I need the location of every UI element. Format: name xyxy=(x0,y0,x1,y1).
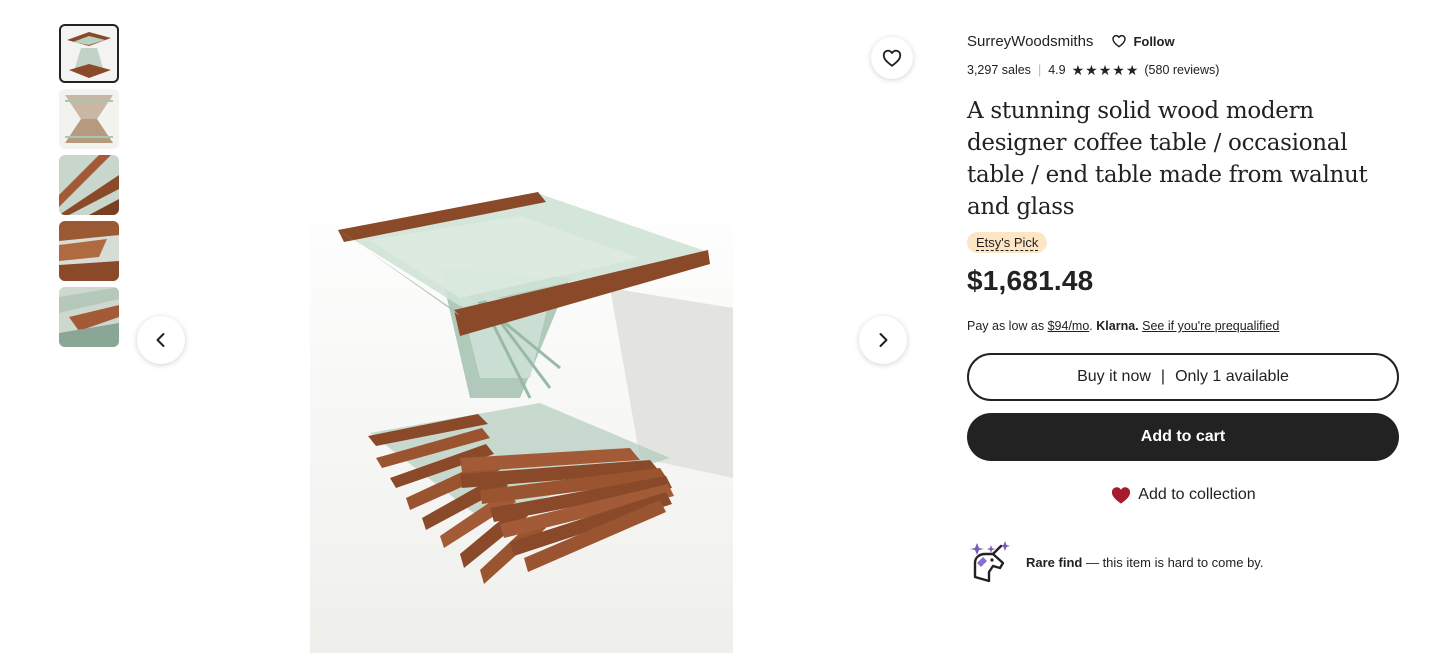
sales-count: 3,297 sales xyxy=(967,63,1031,77)
badge-label: Etsy's Pick xyxy=(976,235,1039,251)
thumbnail-2-image xyxy=(59,89,119,149)
thumbnail-3-image xyxy=(59,155,119,215)
rare-find-desc: — this item is hard to come by. xyxy=(1082,554,1264,570)
star-icon: ★ xyxy=(1085,62,1098,78)
buy-now-separator: | xyxy=(1160,368,1166,385)
star-icon: ★ xyxy=(1098,62,1112,78)
product-photo xyxy=(310,178,733,653)
favorite-button[interactable] xyxy=(871,37,913,79)
thumbnail-list xyxy=(59,24,119,353)
rare-find-notice: Rare find — this item is hard to come by… xyxy=(967,539,1399,585)
stats-separator: | xyxy=(1037,63,1042,77)
rare-find-text: Rare find — this item is hard to come by… xyxy=(1026,555,1263,570)
shop-stats: 3,297 sales | 4.9 ★ ★ ★ ★ ★ (580 reviews… xyxy=(967,62,1399,78)
star-icon: ★ xyxy=(1125,62,1139,78)
thumbnail-4-image xyxy=(59,221,119,281)
klarna-dot: . xyxy=(1089,319,1093,333)
product-price: $1,681.48 xyxy=(967,265,1094,296)
prequalify-link[interactable]: See if you're prequalified xyxy=(1142,319,1279,333)
thumbnail-5-image xyxy=(59,287,119,347)
add-to-collection-label: Add to collection xyxy=(1138,486,1256,503)
chevron-left-icon xyxy=(156,333,165,347)
reviews-link[interactable]: (580 reviews) xyxy=(1144,63,1219,77)
thumbnail-3[interactable] xyxy=(59,155,119,215)
thumbnail-2[interactable] xyxy=(59,89,119,149)
availability-label: Only 1 available xyxy=(1175,368,1289,385)
main-product-image xyxy=(310,178,733,653)
buy-it-now-button[interactable]: Buy it now | Only 1 available xyxy=(967,353,1399,401)
heart-filled-icon xyxy=(1112,487,1131,504)
rare-find-strong: Rare find xyxy=(1026,554,1083,570)
shop-name-link[interactable]: SurreyWoodsmiths xyxy=(967,33,1093,50)
heart-outline-icon xyxy=(1112,34,1127,48)
shop-header: SurreyWoodsmiths Follow xyxy=(967,30,1399,52)
heart-outline-icon xyxy=(882,49,902,67)
product-title: A stunning solid wood modern designer co… xyxy=(967,98,1368,220)
thumbnail-1-image xyxy=(59,24,119,83)
product-info-panel: SurreyWoodsmiths Follow 3,297 sales | 4.… xyxy=(967,30,1399,585)
thumbnail-5[interactable] xyxy=(59,287,119,347)
star-icon: ★ xyxy=(1112,62,1125,78)
etsys-pick-badge[interactable]: Etsy's Pick xyxy=(967,232,1048,253)
next-image-button[interactable] xyxy=(859,316,907,364)
thumbnail-1[interactable] xyxy=(59,24,119,83)
klarna-financing: Pay as low as $94/mo. Klarna. See if you… xyxy=(967,319,1399,333)
follow-label: Follow xyxy=(1133,33,1175,49)
previous-image-button[interactable] xyxy=(137,316,185,364)
klarna-amount-link[interactable]: $94/mo xyxy=(1048,319,1090,333)
klarna-brand: Klarna. xyxy=(1096,319,1139,333)
star-icon: ★ xyxy=(1071,62,1085,78)
add-to-cart-label: Add to cart xyxy=(1140,428,1226,445)
chevron-right-icon xyxy=(879,333,888,347)
thumbnail-4[interactable] xyxy=(59,221,119,281)
buy-now-label: Buy it now xyxy=(1077,368,1151,385)
add-to-collection-button[interactable]: Add to collection xyxy=(967,485,1399,505)
klarna-prefix: Pay as low as xyxy=(967,319,1048,333)
star-rating: ★ ★ ★ ★ ★ xyxy=(1072,63,1140,77)
unicorn-icon xyxy=(970,541,1010,583)
follow-shop-button[interactable]: Follow xyxy=(1111,33,1175,49)
rating-value: 4.9 xyxy=(1048,63,1066,77)
add-to-cart-button[interactable]: Add to cart xyxy=(967,413,1399,461)
